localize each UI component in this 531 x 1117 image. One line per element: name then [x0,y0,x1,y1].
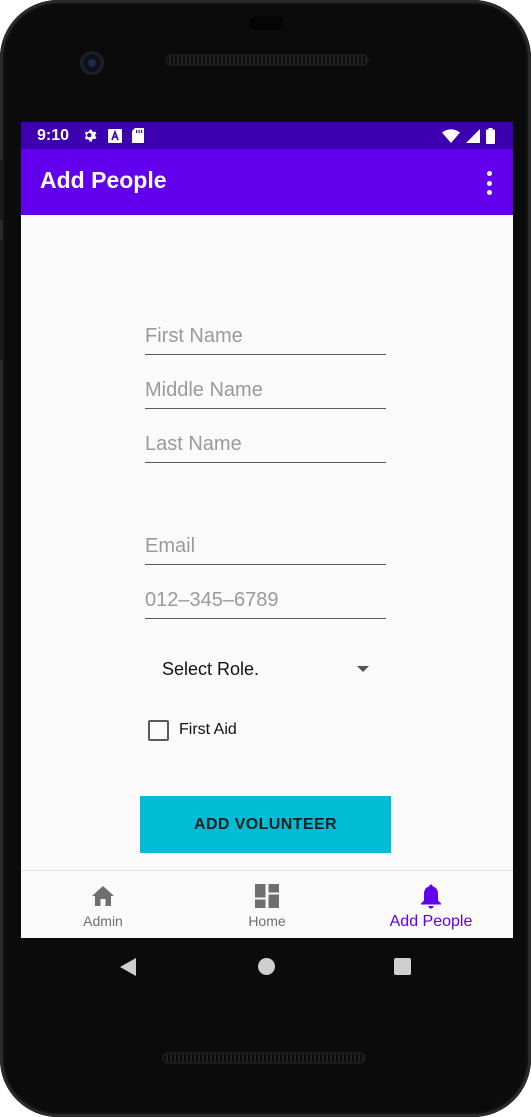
back-icon[interactable] [120,958,136,976]
recent-apps-icon[interactable] [394,958,411,975]
nav-item-add-people[interactable]: Add People [349,871,513,938]
battery-icon [486,127,495,144]
first-name-input[interactable] [145,325,386,348]
side-button [0,240,3,360]
last-name-input[interactable] [145,433,386,456]
middle-name-input[interactable] [145,379,386,402]
home-icon [91,883,115,909]
a-icon [108,128,123,143]
bell-icon [420,883,442,909]
nav-label-admin: Admin [83,913,123,929]
nav-label-home: Home [248,913,286,929]
phone-frame: 9:10 Add People First Name Middle Name L… [0,0,531,1117]
nav-item-admin[interactable]: Admin [21,871,185,938]
dashboard-icon [255,883,279,909]
role-spinner[interactable]: Select Role. [145,649,385,689]
first-aid-checkbox[interactable] [148,719,169,741]
email-input[interactable] [145,535,386,558]
sd-card-icon [132,128,145,143]
bottom-speaker [162,1052,366,1064]
overflow-menu-icon[interactable] [485,171,493,195]
nav-label-add-people: Add People [389,913,473,930]
nav-item-home[interactable]: Home [185,871,349,938]
status-time: 9:10 [37,126,70,144]
role-selected-value: Select Role. [162,658,260,679]
middle-name-field [145,375,386,409]
last-name-field [145,429,386,463]
sensor-notch [249,16,283,30]
first-name-field [145,321,386,355]
app-bar: Add People [21,149,513,215]
screen: 9:10 Add People First Name Middle Name L… [21,122,513,938]
email-field [145,531,386,565]
first-aid-label: First Aid [179,721,237,738]
bottom-navigation: Admin Home Add People [21,870,513,938]
wifi-icon [442,128,460,143]
settings-icon [84,129,97,142]
page-title: Add People [40,167,167,193]
dropdown-arrow-icon [357,666,369,672]
home-circle-icon[interactable] [258,958,275,975]
signal-icon [466,128,480,143]
status-bar: 9:10 [21,122,513,149]
add-volunteer-button[interactable]: ADD VOLUNTEER [140,796,391,853]
phone-field [145,585,386,619]
phone-input[interactable] [145,589,386,612]
first-aid-row[interactable]: First Aid [148,718,237,742]
front-camera [80,51,104,75]
system-navigation-bar [0,938,531,998]
top-speaker [165,54,369,66]
side-button [0,160,3,220]
